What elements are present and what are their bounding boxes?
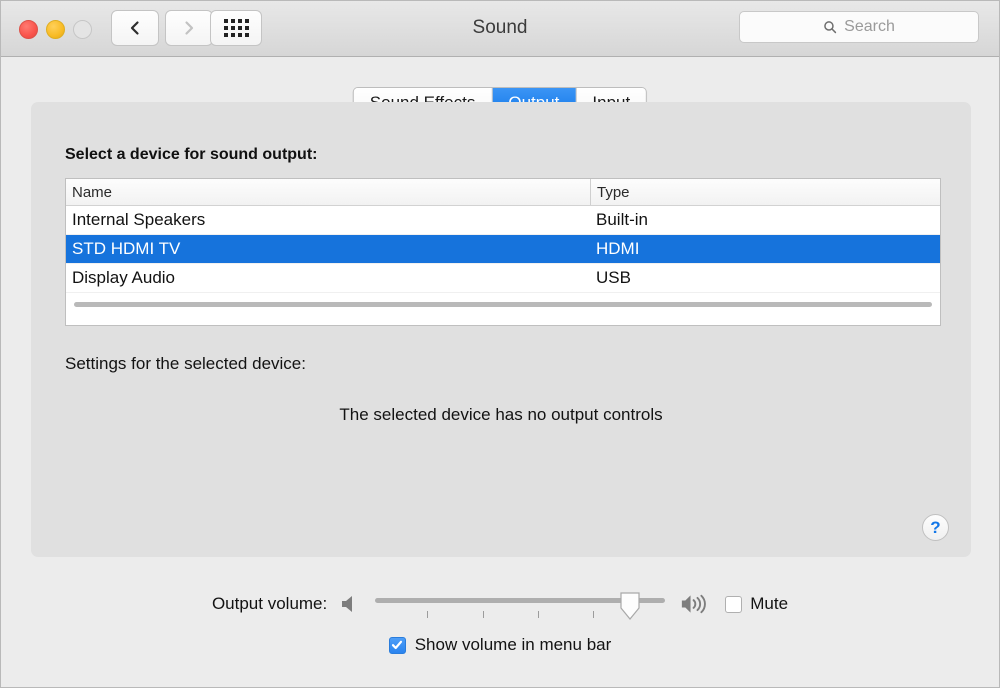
no-output-controls-message: The selected device has no output contro…	[31, 405, 971, 425]
output-device-table[interactable]: Name Type Internal Speakers Built-in STD…	[65, 178, 941, 326]
output-volume-row: Output volume: Mute	[1, 586, 999, 622]
sound-preferences-window: Sound Search Sound Effects Output Input …	[0, 0, 1000, 688]
search-placeholder: Search	[844, 18, 895, 36]
mute-label: Mute	[750, 594, 788, 614]
help-button[interactable]: ?	[922, 514, 949, 541]
settings-label: Settings for the selected device:	[65, 354, 306, 374]
cell-device-type: HDMI	[590, 235, 940, 263]
table-row[interactable]: STD HDMI TV HDMI	[66, 235, 940, 264]
speaker-high-icon	[681, 592, 707, 616]
mute-control[interactable]: Mute	[725, 594, 788, 614]
table-row[interactable]: Internal Speakers Built-in	[66, 206, 940, 235]
cell-device-name: Internal Speakers	[66, 206, 590, 234]
slider-thumb[interactable]	[619, 591, 641, 621]
search-field[interactable]: Search	[739, 11, 979, 43]
show-volume-checkbox[interactable]	[389, 637, 406, 654]
cell-device-type: USB	[590, 264, 940, 292]
column-header-type[interactable]: Type	[590, 179, 940, 205]
output-panel: Select a device for sound output: Name T…	[31, 102, 971, 557]
mute-checkbox[interactable]	[725, 596, 742, 613]
table-header: Name Type	[66, 179, 940, 206]
speaker-low-icon	[339, 593, 359, 615]
cell-device-name: STD HDMI TV	[66, 235, 590, 263]
show-volume-menu-bar-control[interactable]: Show volume in menu bar	[1, 635, 999, 655]
show-volume-label: Show volume in menu bar	[415, 635, 612, 655]
cell-device-name: Display Audio	[66, 264, 590, 292]
section-label: Select a device for sound output:	[65, 146, 317, 164]
column-header-name[interactable]: Name	[66, 179, 590, 205]
horizontal-scrollbar[interactable]	[74, 302, 932, 307]
cell-device-type: Built-in	[590, 206, 940, 234]
output-volume-label: Output volume:	[212, 594, 327, 614]
checkmark-icon	[391, 639, 403, 651]
window-titlebar: Sound Search	[1, 1, 999, 57]
table-row[interactable]: Display Audio USB	[66, 264, 940, 293]
search-icon	[823, 20, 837, 34]
output-volume-slider[interactable]	[375, 587, 665, 621]
